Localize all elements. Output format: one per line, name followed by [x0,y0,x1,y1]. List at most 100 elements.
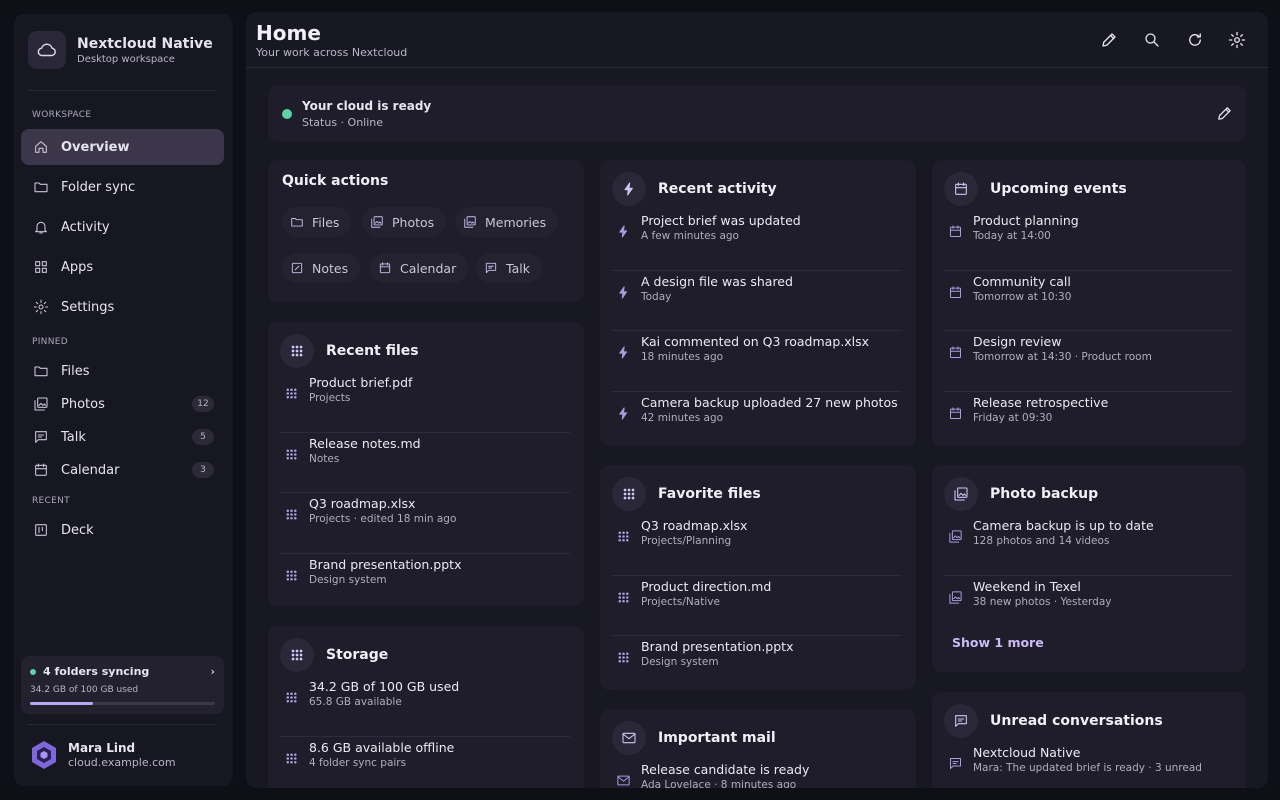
recent-item-deck[interactable]: Deck [21,515,224,545]
calendar-icon [950,285,961,298]
list-item[interactable]: Product brief.pdf Projects [280,372,570,433]
card-title: Storage [326,647,389,663]
list-item[interactable]: Product direction.md Projects/Native [612,576,902,636]
list-item[interactable]: Camera backup uploaded 27 new photos 42 … [612,392,902,447]
item-title: Project brief was updated [641,213,801,228]
quick-action-calendar[interactable]: Calendar [370,253,469,283]
card-title: Recent files [326,343,419,359]
item-subtitle: Mara: The updated brief is ready · 3 unr… [973,762,1202,774]
card-title: Upcoming events [990,181,1127,197]
nav-label: Folder sync [61,179,136,195]
home-icon [35,141,47,153]
brand[interactable]: Nextcloud Native Desktop workspace [28,31,213,69]
list-item[interactable]: Brand presentation.pptx Design system [612,636,902,690]
bell-icon [35,221,47,234]
mail-list: Release candidate is ready Ada Lovelace … [612,759,902,788]
app-name: Nextcloud Native [77,36,213,52]
user-host: cloud.example.com [68,756,176,769]
cloud-icon [28,31,66,69]
nav-item-activity[interactable]: Activity [21,209,224,245]
folder-icon [291,218,303,227]
nav-item-settings[interactable]: Settings [21,289,224,325]
card-title: Photo backup [990,486,1099,502]
edit-button[interactable] [1095,26,1123,54]
unread-conversations-card: Unread conversations Nextcloud Native Ma… [932,692,1246,788]
list-item[interactable]: Release retrospective Friday at 09:30 [944,392,1232,447]
quick-action-notes[interactable]: Notes [282,253,361,283]
edit-status-button[interactable] [1214,103,1234,123]
app-subtitle: Desktop workspace [77,54,175,65]
chip-label: Photos [392,214,435,230]
list-item[interactable]: Design review Tomorrow at 14:30 · Produc… [944,331,1232,392]
list-item[interactable]: Weekend in Texel 38 new photos · Yesterd… [944,576,1232,637]
chevron-right-icon: › [210,665,215,678]
storage-progress-bar [30,702,215,705]
card-title: Recent activity [658,181,777,197]
item-subtitle: 65.8 GB available [309,696,402,708]
page-title: Home [256,21,321,45]
search-button[interactable] [1138,26,1166,54]
quick-action-talk[interactable]: Talk [476,253,542,283]
section-recent: RECENT [32,496,70,506]
quick-action-photos[interactable]: Photos [362,207,447,237]
user-account[interactable]: Mara Lind cloud.example.com [30,740,176,770]
settings-button[interactable] [1223,26,1251,54]
chat-icon [485,262,497,274]
item-title: Q3 roadmap.xlsx [641,518,748,533]
file-grid-icon [286,570,297,580]
pinned-label: Calendar [61,462,120,478]
calendar-icon [379,262,391,274]
lightning-icon [612,172,646,206]
nav-item-overview[interactable]: Overview [21,129,224,165]
pinned-item-talk[interactable]: Talk 5 [21,422,224,452]
item-subtitle: 4 folder sync pairs [309,756,407,769]
apps-grid-icon [35,261,47,273]
folder-icon [34,366,48,377]
list-item[interactable]: Q3 roadmap.xlsx Projects/Planning [612,515,902,576]
list-item[interactable]: Community call Tomorrow at 10:30 [944,271,1232,331]
chip-label: Talk [506,260,530,276]
upcoming-events-card: Upcoming events Product planning Today a… [932,160,1246,446]
pinned-item-photos[interactable]: Photos 12 [21,389,224,419]
list-item[interactable]: Project brief was updated A few minutes … [612,210,902,271]
list-item[interactable]: Q3 roadmap.xlsx Projects · edited 18 min… [280,493,570,554]
recent-files-list: Product brief.pdf Projects Release notes… [280,372,570,606]
show-more-link[interactable]: Show 1 more [952,635,1044,650]
file-grid-icon [286,509,297,520]
activity-list: Project brief was updated A few minutes … [612,210,902,446]
quick-action-files[interactable]: Files [282,207,352,237]
list-item[interactable]: 34.2 GB of 100 GB used 65.8 GB available [280,676,570,737]
nav-item-apps[interactable]: Apps [21,249,224,285]
pinned-item-files[interactable]: Files [21,356,224,386]
events-list: Product planning Today at 14:00 Communit… [944,210,1232,446]
list-item[interactable]: Kai commented on Q3 roadmap.xlsx 18 minu… [612,331,902,392]
nav-item-folder-sync[interactable]: Folder sync [21,169,224,205]
gear-icon [33,299,49,315]
nav-label: Apps [61,259,94,275]
gear-icon [1228,31,1246,49]
refresh-button[interactable] [1181,26,1209,54]
list-item[interactable]: Brand presentation.pptx Design system [280,554,570,607]
calendar-icon [950,346,961,358]
list-item[interactable]: Release notes.md Notes [280,433,570,493]
list-item[interactable]: Release candidate is ready Ada Lovelace … [612,759,902,788]
notes-icon [291,262,303,274]
mail-icon [612,721,646,755]
pinned-item-calendar[interactable]: Calendar 3 [21,455,224,485]
file-grid-icon [618,652,629,663]
important-mail-card: Important mail Release candidate is read… [600,709,916,788]
quick-action-memories[interactable]: Memories [455,207,559,237]
avatar [32,741,56,769]
list-item[interactable]: 8.6 GB available offline 4 folder sync p… [280,737,570,789]
list-item[interactable]: Product planning Today at 14:00 [944,210,1232,271]
list-item[interactable]: Camera backup is up to date 128 photos a… [944,515,1232,576]
count-badge: 3 [192,462,214,478]
lightning-icon [619,406,628,420]
item-subtitle: Friday at 09:30 [973,411,1053,424]
sync-status-card[interactable]: 4 folders syncing › 34.2 GB of 100 GB us… [21,656,224,714]
list-item[interactable]: Nextcloud Native Mara: The updated brief… [944,742,1232,788]
photos-icon [949,590,962,604]
item-subtitle: Tomorrow at 14:30 · Product room [973,351,1152,363]
edit-icon [1102,33,1116,47]
list-item[interactable]: A design file was shared Today [612,271,902,331]
